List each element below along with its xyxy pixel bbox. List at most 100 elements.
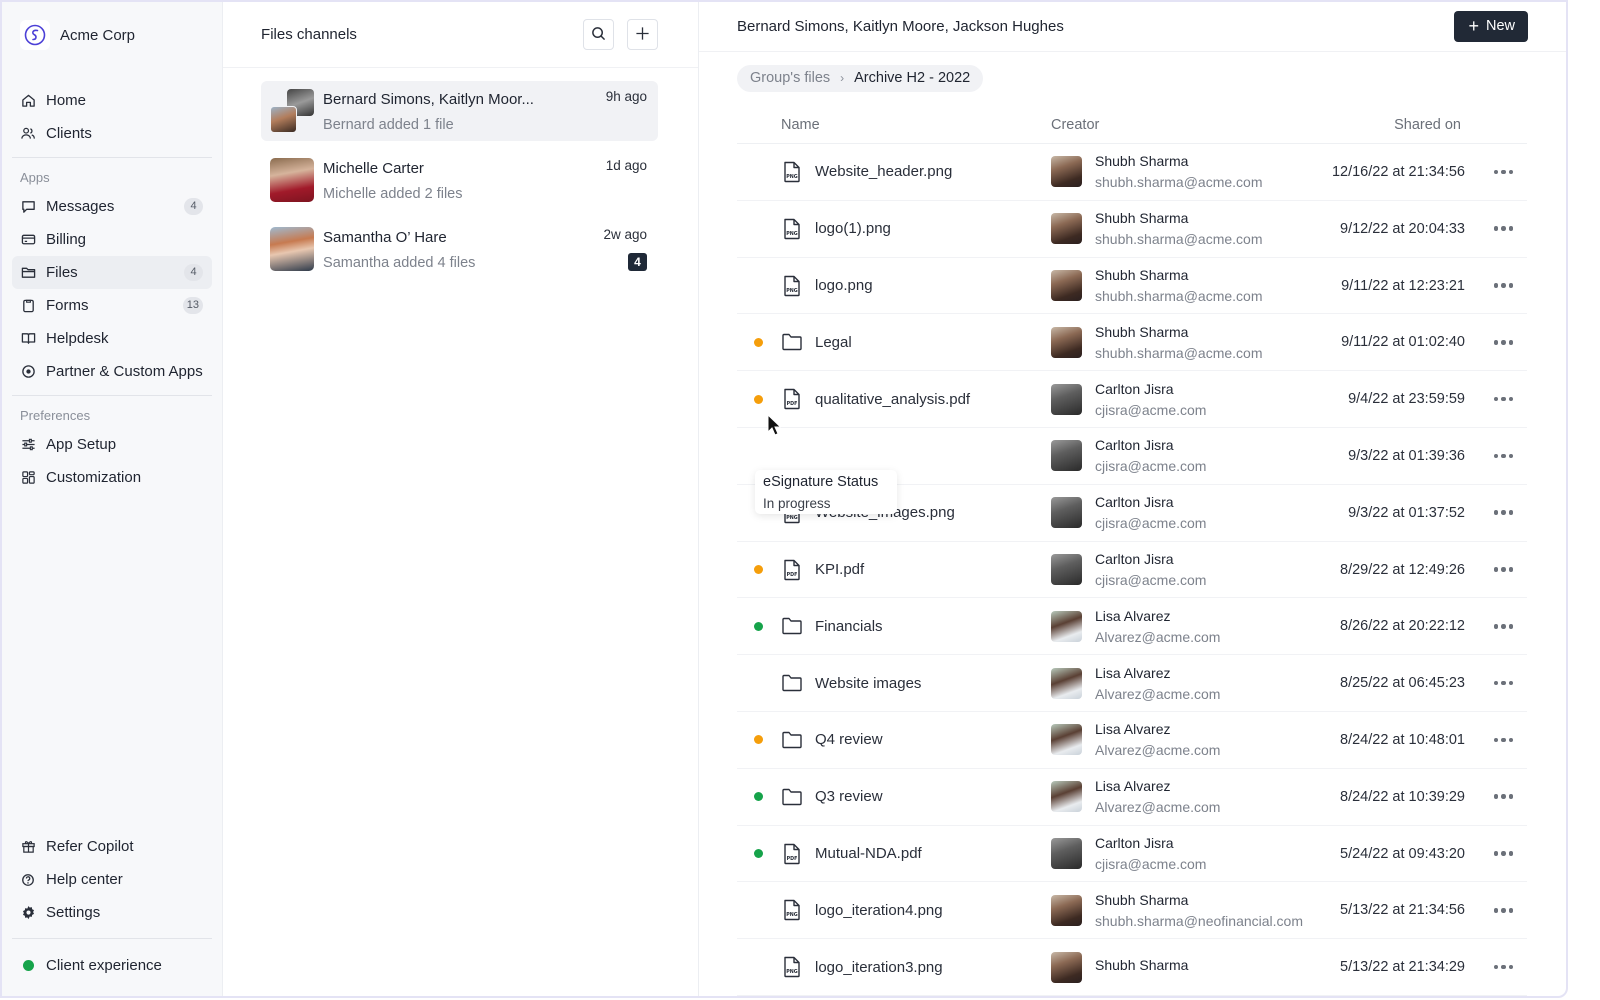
- search-button[interactable]: [583, 19, 614, 50]
- esignature-status[interactable]: [737, 394, 781, 404]
- sidebar-item-files[interactable]: Files 4: [12, 256, 213, 289]
- table-row[interactable]: PNG logo_iteration4.png Shubh Sharma shubh.…: [737, 882, 1527, 940]
- avatar: [1051, 213, 1082, 245]
- table-row[interactable]: PNG logo_iteration3.png Shubh Sharma 5/13/2…: [737, 939, 1527, 996]
- file-name[interactable]: Q4 review: [815, 731, 883, 748]
- file-name[interactable]: Financials: [815, 618, 883, 635]
- status-dot-icon[interactable]: [754, 849, 763, 858]
- svg-text:PNG: PNG: [786, 969, 798, 975]
- creator-email: shubh.sharma@acme.com: [1095, 344, 1263, 361]
- svg-text:PNG: PNG: [786, 288, 798, 294]
- esignature-status[interactable]: [737, 735, 781, 745]
- table-row[interactable]: PDF Mutual-NDA.pdf Carlton Jisra cjisra@acm…: [737, 826, 1527, 883]
- creator-name: Lisa Alvarez: [1095, 607, 1171, 624]
- sidebar-item-help-center[interactable]: Help center: [12, 863, 212, 896]
- esignature-status[interactable]: [737, 849, 781, 858]
- file-name-cell: Q3 review: [781, 786, 1051, 808]
- column-header-name[interactable]: Name: [737, 117, 1051, 133]
- more-actions-button[interactable]: [1465, 964, 1527, 970]
- file-name-cell: Website images: [781, 672, 1051, 694]
- file-name[interactable]: logo(1).png: [815, 220, 891, 237]
- brand[interactable]: Acme Corp: [2, 2, 222, 68]
- channel-name: Michelle Carter: [323, 160, 424, 177]
- status-dot-icon[interactable]: [754, 792, 763, 802]
- sidebar-item-partner-apps[interactable]: Partner & Custom Apps: [12, 355, 212, 388]
- more-actions-button[interactable]: [1465, 794, 1527, 799]
- status-dot-icon[interactable]: [754, 735, 763, 745]
- breadcrumb-item[interactable]: Group's files: [750, 70, 830, 86]
- table-row[interactable]: Q4 review Lisa Alvarez Alvarez@acme.com 8/2…: [737, 712, 1527, 769]
- creator-name: Lisa Alvarez: [1095, 778, 1171, 795]
- more-actions-button[interactable]: [1465, 851, 1527, 856]
- files-table: Name Creator Shared on PNG Website_header…: [737, 106, 1527, 996]
- sidebar-item-settings[interactable]: Settings: [12, 896, 212, 929]
- esignature-status[interactable]: [737, 621, 781, 631]
- more-actions-button[interactable]: [1465, 737, 1527, 743]
- channel-item[interactable]: Bernard Simons, Kaitlyn Moor... Bernard …: [261, 81, 658, 141]
- sidebar-item-messages[interactable]: Messages 4: [12, 190, 212, 223]
- file-name[interactable]: logo.png: [815, 277, 873, 294]
- table-row[interactable]: Legal Shubh Sharma shubh.sharma@acme.com 9/…: [737, 314, 1527, 372]
- esignature-status[interactable]: [737, 792, 781, 802]
- creator-email: cjisra@acme.com: [1095, 401, 1207, 418]
- more-actions-button[interactable]: [1465, 680, 1527, 686]
- column-header-creator[interactable]: Creator: [1051, 117, 1321, 133]
- table-row[interactable]: Q3 review Lisa Alvarez Alvarez@acme.com 8/2…: [737, 769, 1527, 826]
- more-actions-button[interactable]: [1465, 169, 1527, 175]
- folder-icon: [781, 672, 803, 694]
- sidebar-item-home[interactable]: Home: [12, 84, 212, 117]
- sidebar-item-label: Help center: [46, 871, 123, 888]
- client-experience-toggle[interactable]: Client experience: [12, 949, 212, 982]
- file-name[interactable]: logo_iteration3.png: [815, 959, 943, 976]
- sidebar-item-app-setup[interactable]: App Setup: [12, 428, 212, 461]
- status-dot-icon[interactable]: [754, 565, 763, 575]
- channel-item[interactable]: Michelle Carter Michelle added 2 files 1…: [261, 150, 658, 210]
- file-name[interactable]: logo_iteration4.png: [815, 902, 943, 919]
- main-header: Bernard Simons, Kaitlyn Moore, Jackson H…: [699, 2, 1566, 52]
- more-actions-button[interactable]: [1465, 567, 1527, 572]
- file-name[interactable]: KPI.pdf: [815, 561, 864, 578]
- sidebar-item-clients[interactable]: Clients: [12, 117, 212, 150]
- table-row[interactable]: PNG Website_header.png Shubh Sharma shubh.s…: [737, 144, 1527, 201]
- more-actions-button[interactable]: [1465, 453, 1527, 459]
- more-actions-button[interactable]: [1465, 908, 1527, 913]
- esignature-status[interactable]: [737, 337, 781, 347]
- more-actions-button[interactable]: [1465, 396, 1527, 402]
- sidebar-item-refer-copilot[interactable]: Refer Copilot: [12, 830, 212, 863]
- file-name[interactable]: Legal: [815, 334, 852, 351]
- table-row[interactable]: Financials Lisa Alvarez Alvarez@acme.com 8/…: [737, 598, 1527, 656]
- shared-on: 9/11/22 at 01:02:40: [1341, 334, 1465, 351]
- sidebar-item-helpdesk[interactable]: Helpdesk: [12, 322, 212, 355]
- file-name[interactable]: Website images: [815, 675, 921, 692]
- creator-email: cjisra@acme.com: [1095, 458, 1207, 475]
- table-row[interactable]: Website images Lisa Alvarez Alvarez@acme.c…: [737, 655, 1527, 713]
- more-actions-button[interactable]: [1465, 510, 1527, 515]
- table-row[interactable]: PNG logo(1).png Shubh Sharma shubh.sharma@a…: [737, 201, 1527, 258]
- table-row[interactable]: PDF KPI.pdf Carlton Jisra cjisra@acme.com 8/…: [737, 542, 1527, 599]
- png-file-icon: PNG: [781, 161, 803, 183]
- channel-item[interactable]: Samantha O’ Hare Samantha added 4 files …: [261, 219, 658, 279]
- table-row[interactable]: PDF qualitative_analysis.pdf Carlton Jisra…: [737, 371, 1527, 429]
- sidebar-item-forms[interactable]: Forms 13: [12, 289, 212, 322]
- status-dot-icon[interactable]: [754, 337, 763, 347]
- esignature-status[interactable]: [737, 565, 781, 575]
- sidebar-item-billing[interactable]: Billing: [12, 223, 212, 256]
- book-icon: [20, 331, 36, 347]
- more-actions-button[interactable]: [1465, 624, 1527, 629]
- file-name-cell: PNG logo(1).png: [781, 218, 1051, 240]
- new-button[interactable]: + New: [1454, 10, 1528, 42]
- file-name[interactable]: Q3 review: [815, 788, 883, 805]
- more-actions-button[interactable]: [1465, 226, 1527, 231]
- table-row[interactable]: PNG logo.png Shubh Sharma shubh.sharma@acme…: [737, 258, 1527, 315]
- creator-email: Alvarez@acme.com: [1095, 742, 1221, 759]
- sidebar-item-customization[interactable]: Customization: [12, 461, 212, 494]
- file-name[interactable]: qualitative_analysis.pdf: [815, 391, 970, 408]
- status-dot-icon[interactable]: [754, 621, 763, 631]
- file-name[interactable]: Website_header.png: [815, 163, 952, 180]
- add-channel-button[interactable]: [627, 19, 658, 50]
- file-name[interactable]: Mutual-NDA.pdf: [815, 845, 922, 862]
- more-actions-button[interactable]: [1465, 283, 1527, 288]
- column-header-shared-on[interactable]: Shared on: [1321, 117, 1461, 133]
- status-dot-icon[interactable]: [754, 394, 763, 404]
- more-actions-button[interactable]: [1465, 340, 1527, 345]
